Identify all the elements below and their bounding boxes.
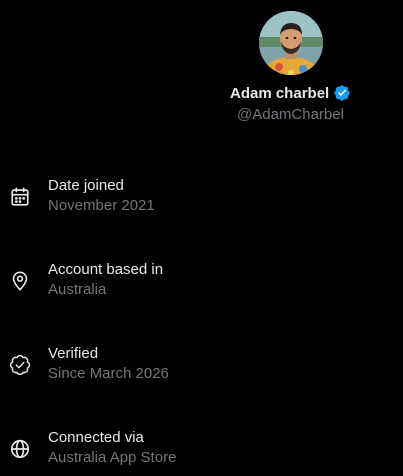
verified-check-icon bbox=[9, 354, 31, 376]
verified-badge-icon[interactable] bbox=[333, 84, 351, 102]
globe-icon bbox=[9, 438, 31, 460]
info-title: Date joined bbox=[48, 177, 124, 194]
info-title: Connected via bbox=[48, 429, 144, 446]
location-pin-icon bbox=[9, 270, 31, 292]
info-item-connected-via: Connected via Australia App Store bbox=[0, 429, 403, 473]
info-value: November 2021 bbox=[48, 197, 155, 214]
info-title: Account based in bbox=[48, 261, 164, 278]
avatar-photo bbox=[259, 11, 323, 75]
info-item-account-based-in: Account based in Australia bbox=[0, 261, 403, 305]
info-item-verified: Verified Since March 2026 bbox=[0, 345, 403, 389]
info-value: Since March 2026 bbox=[48, 365, 169, 382]
username-handle[interactable]: @AdamCharbel bbox=[237, 106, 344, 123]
display-name[interactable]: Adam charbel bbox=[230, 85, 329, 102]
calendar-icon bbox=[9, 186, 31, 208]
profile-header: Adam charbel @AdamCharbel bbox=[0, 0, 403, 130]
avatar[interactable] bbox=[259, 11, 323, 75]
name-row: Adam charbel bbox=[230, 83, 351, 103]
info-item-date-joined: Date joined November 2021 bbox=[0, 177, 403, 221]
info-title: Verified bbox=[48, 345, 99, 362]
info-value: Australia App Store bbox=[48, 449, 177, 466]
info-value: Australia bbox=[48, 281, 107, 298]
